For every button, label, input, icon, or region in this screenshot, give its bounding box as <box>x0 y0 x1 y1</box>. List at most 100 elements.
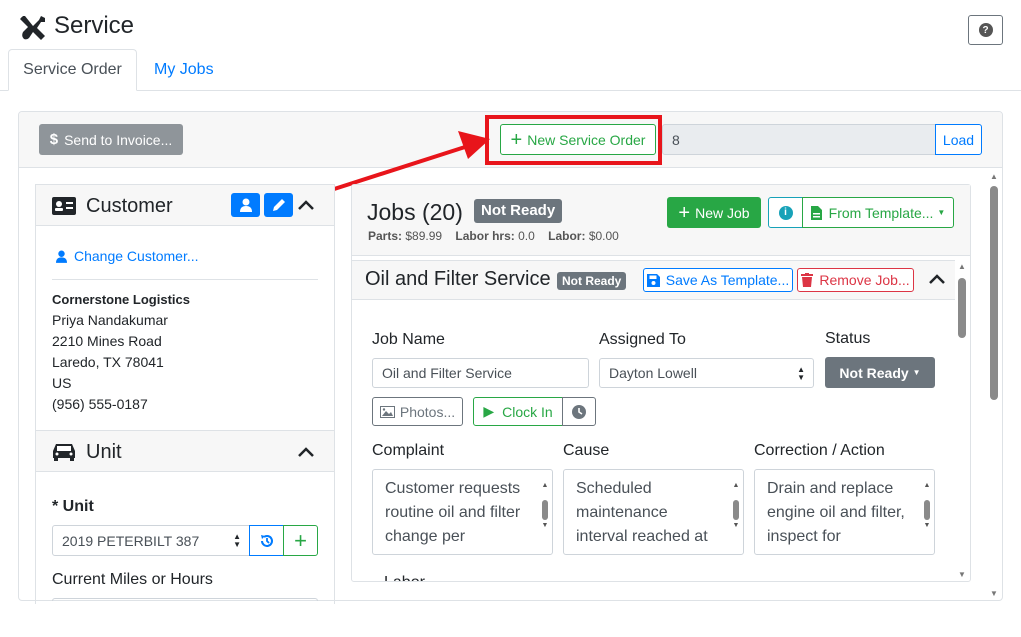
parts-value: $89.99 <box>405 229 443 243</box>
service-order-number-input[interactable]: 8 <box>662 124 936 155</box>
user-icon <box>56 250 67 263</box>
plus-icon: + <box>510 128 523 151</box>
job-title: Oil and Filter Service <box>365 268 551 290</box>
load-button[interactable]: Load <box>935 124 982 155</box>
customer-edit-button[interactable] <box>264 193 293 217</box>
play-icon: ▶ <box>483 403 495 419</box>
help-button[interactable]: ? <box>968 15 1003 45</box>
from-template-label: From Template... <box>828 204 934 221</box>
save-icon <box>646 273 660 287</box>
miles-label: Current Miles or Hours <box>52 571 213 588</box>
jobs-inner-scrollbar[interactable]: ▲ ▼ <box>955 260 969 581</box>
unit-add-button[interactable]: + <box>283 525 318 556</box>
customer-contact-button[interactable] <box>231 193 260 217</box>
history-icon <box>260 534 273 547</box>
job-collapse-chevron-icon[interactable] <box>928 272 946 286</box>
assigned-to-select[interactable]: Dayton Lowell ▲ ▼ <box>599 358 814 388</box>
clock-icon <box>572 404 586 419</box>
new-job-button[interactable]: + New Job <box>667 197 761 228</box>
new-service-order-button[interactable]: + New Service Order <box>500 124 656 155</box>
dollar-icon: $ <box>49 131 59 148</box>
labor-hrs-label: Labor hrs: <box>455 229 515 243</box>
correction-textarea[interactable]: Drain and replace engine oil and filter,… <box>754 469 935 555</box>
image-icon <box>379 405 395 418</box>
pencil-icon <box>272 199 285 211</box>
select-arrows-icon: ▲ ▼ <box>797 365 805 382</box>
jobs-status-badge: Not Ready <box>474 199 563 223</box>
trash-icon <box>801 273 814 287</box>
complaint-label: Complaint <box>372 442 445 459</box>
customer-country: US <box>52 375 72 391</box>
caret-down-icon: ▼ <box>937 208 946 217</box>
send-to-invoice-label: Send to Invoice... <box>64 131 173 148</box>
jobs-info-button[interactable]: i <box>768 197 803 228</box>
job-status-badge: Not Ready <box>557 272 627 290</box>
correction-text: Drain and replace engine oil and filter,… <box>767 480 905 545</box>
complaint-text: Customer requests routine oil and filter… <box>385 480 521 545</box>
miles-input-edge[interactable] <box>52 598 318 601</box>
remove-job-button[interactable]: Remove Job... <box>797 268 914 292</box>
info-circle-icon: i <box>778 205 793 220</box>
correction-label: Correction / Action <box>754 442 885 459</box>
unit-collapse-chevron-icon[interactable] <box>297 445 315 459</box>
parts-label: Parts: <box>368 229 403 243</box>
unit-select[interactable]: 2019 PETERBILT 387 ▲ ▼ <box>52 525 250 556</box>
user-icon <box>239 198 252 212</box>
jobs-title: Jobs (20) <box>367 199 463 225</box>
status-dropdown-button[interactable]: Not Ready ▼ <box>825 357 935 388</box>
photos-label: Photos... <box>399 403 456 420</box>
cause-text: Scheduled maintenance interval reached a… <box>576 480 708 545</box>
change-customer-label: Change Customer... <box>74 248 199 264</box>
clock-in-label: Clock In <box>502 403 553 420</box>
customer-contact: Priya Nandakumar <box>52 312 168 328</box>
plus-icon: + <box>294 527 307 553</box>
customer-street: 2210 Mines Road <box>52 333 162 349</box>
labor-label: Labor: <box>548 229 586 243</box>
customer-city: Laredo, TX 78041 <box>52 354 164 370</box>
unit-header <box>36 430 334 472</box>
app-logo-icon <box>19 14 47 42</box>
from-template-button[interactable]: From Template... ▼ <box>802 197 954 228</box>
save-as-template-label: Save As Template... <box>665 272 790 288</box>
customer-name: Cornerstone Logistics <box>52 292 190 307</box>
jobs-summary: Parts: $89.99 Labor hrs: 0.0 Labor: $0.0… <box>368 229 619 243</box>
truck-icon <box>52 442 76 462</box>
textarea-scrollbar[interactable]: ▲ ▼ <box>731 474 741 550</box>
change-customer-link[interactable]: Change Customer... <box>56 248 199 264</box>
page-title: Service <box>54 12 135 39</box>
status-dropdown-label: Not Ready <box>839 364 909 381</box>
tab-service-order[interactable]: Service Order <box>8 49 137 91</box>
labor-hrs-value: 0.0 <box>518 229 535 243</box>
status-label: Status <box>825 330 871 347</box>
new-service-order-label: New Service Order <box>527 131 646 148</box>
file-icon <box>810 205 822 220</box>
clock-history-button[interactable] <box>562 397 596 426</box>
labor-section-label: Labor <box>384 572 425 581</box>
tab-my-jobs[interactable]: My Jobs <box>154 61 214 79</box>
select-arrows-icon: ▲ ▼ <box>233 532 241 549</box>
unit-field-label: * Unit <box>52 498 94 515</box>
customer-phone: (956) 555-0187 <box>52 396 148 412</box>
unit-history-button[interactable] <box>249 525 284 556</box>
complaint-textarea[interactable]: Customer requests routine oil and filter… <box>372 469 553 555</box>
customer-collapse-chevron-icon[interactable] <box>297 198 315 212</box>
clock-in-button[interactable]: ▶ Clock In <box>473 397 563 426</box>
assigned-to-label: Assigned To <box>599 331 686 348</box>
send-to-invoice-button[interactable]: $ Send to Invoice... <box>39 124 183 155</box>
customer-address: Cornerstone Logistics Priya Nandakumar 2… <box>52 289 190 415</box>
cause-textarea[interactable]: Scheduled maintenance interval reached a… <box>563 469 744 555</box>
save-as-template-button[interactable]: Save As Template... <box>643 268 793 292</box>
remove-job-label: Remove Job... <box>819 272 910 288</box>
page-scrollbar[interactable]: ▲ ▼ <box>986 168 1002 600</box>
plus-icon: + <box>678 201 691 224</box>
unit-title: Unit <box>86 441 122 463</box>
job-name-label: Job Name <box>372 331 445 348</box>
photos-button[interactable]: Photos... <box>372 397 463 426</box>
new-job-label: New Job <box>695 204 750 221</box>
cause-label: Cause <box>563 442 610 459</box>
question-circle-icon: ? <box>978 23 993 37</box>
textarea-scrollbar[interactable]: ▲ ▼ <box>922 474 932 550</box>
job-name-input[interactable]: Oil and Filter Service <box>372 358 589 388</box>
caret-down-icon: ▼ <box>912 368 921 377</box>
textarea-scrollbar[interactable]: ▲ ▼ <box>540 474 550 550</box>
